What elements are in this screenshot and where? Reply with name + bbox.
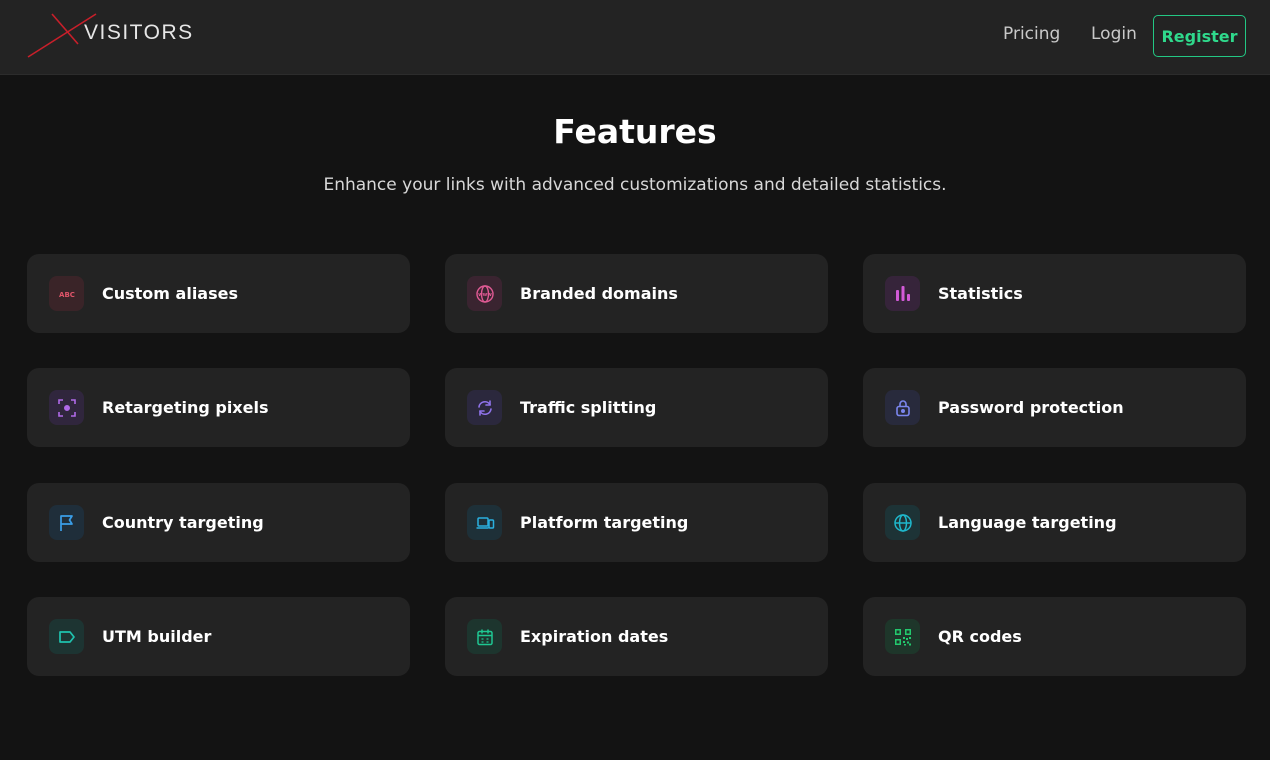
nav-login-link[interactable]: Login [1091,24,1137,44]
feature-label: Language targeting [938,513,1117,532]
www-globe-icon: www [467,276,502,311]
feature-card-password-protection[interactable]: Password protection [863,368,1246,447]
target-icon [49,390,84,425]
feature-label: Branded domains [520,284,678,303]
feature-label: Retargeting pixels [102,398,269,417]
feature-card-traffic-splitting[interactable]: Traffic splitting [445,368,828,447]
refresh-icon [467,390,502,425]
feature-card-retargeting-pixels[interactable]: Retargeting pixels [27,368,410,447]
calendar-icon [467,619,502,654]
abc-icon: ABC [49,276,84,311]
feature-label: Country targeting [102,513,264,532]
logo-text: VISITORS [84,21,194,44]
page-subtitle: Enhance your links with advanced customi… [323,175,947,195]
devices-icon [467,505,502,540]
feature-card-custom-aliases[interactable]: ABC Custom aliases [27,254,410,333]
abc-icon-text: ABC [59,291,75,299]
feature-card-expiration-dates[interactable]: Expiration dates [445,597,828,676]
feature-label: QR codes [938,627,1022,646]
visitors-logo[interactable]: VISITORS [26,10,206,60]
feature-label: Statistics [938,284,1023,303]
tag-icon [49,619,84,654]
feature-card-branded-domains[interactable]: www Branded domains [445,254,828,333]
top-navigation-bar: VISITORS Pricing Login Register [0,0,1270,75]
lock-icon [885,390,920,425]
feature-card-language-targeting[interactable]: Language targeting [863,483,1246,562]
qr-code-icon [885,619,920,654]
feature-card-platform-targeting[interactable]: Platform targeting [445,483,828,562]
feature-card-statistics[interactable]: Statistics [863,254,1246,333]
feature-label: UTM builder [102,627,212,646]
feature-card-qr-codes[interactable]: QR codes [863,597,1246,676]
feature-label: Expiration dates [520,627,669,646]
feature-label: Password protection [938,398,1124,417]
feature-card-country-targeting[interactable]: Country targeting [27,483,410,562]
page-title: Features [553,112,717,151]
feature-label: Traffic splitting [520,398,657,417]
www-icon-text: www [478,292,492,298]
bar-chart-icon [885,276,920,311]
globe-icon [885,505,920,540]
nav-pricing-link[interactable]: Pricing [1003,24,1060,44]
feature-label: Platform targeting [520,513,689,532]
feature-card-utm-builder[interactable]: UTM builder [27,597,410,676]
feature-label: Custom aliases [102,284,238,303]
flag-icon [49,505,84,540]
register-button[interactable]: Register [1153,15,1246,57]
